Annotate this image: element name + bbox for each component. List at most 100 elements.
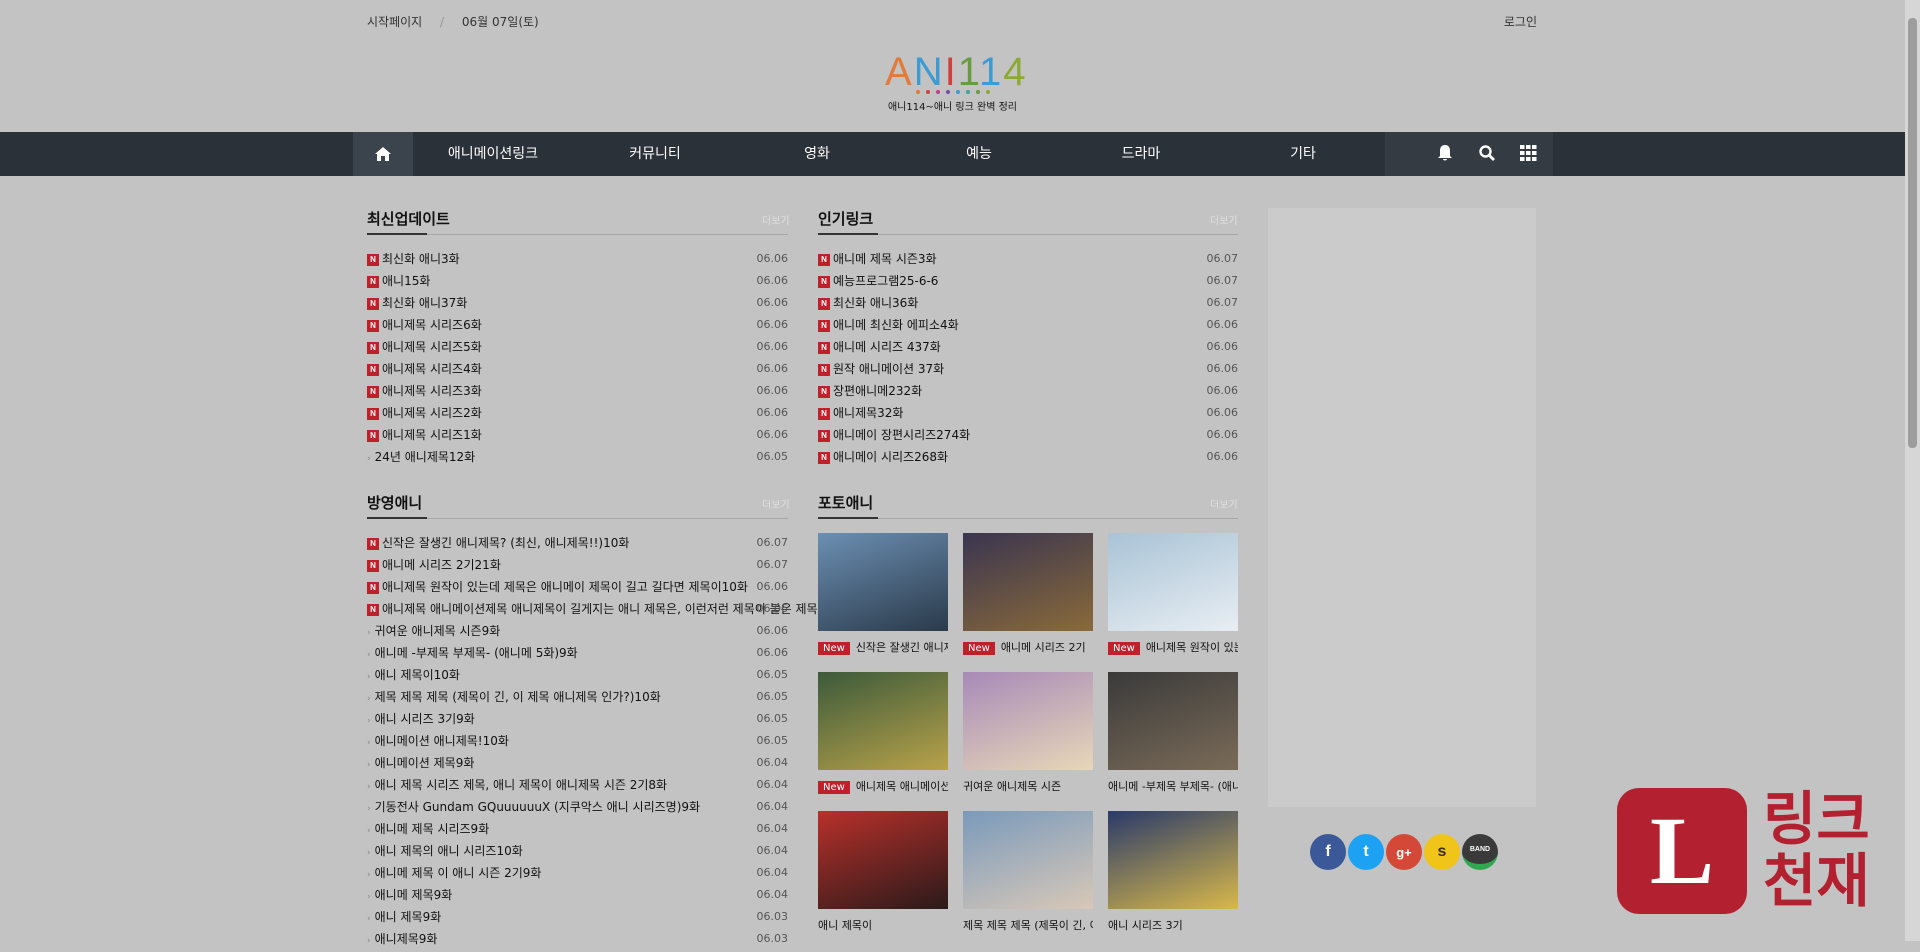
list-item[interactable]: N 원작 애니메이션 37화 06.06 <box>818 358 1238 380</box>
list-item[interactable]: › 애니 시리즈 3기9화 06.05 <box>367 708 788 730</box>
list-item[interactable]: › 애니메이션 애니제목!10화 06.05 <box>367 730 788 752</box>
list-item-title[interactable]: 기동전사 Gundam GQuuuuuuX (지쿠악스 애니 시리즈명)9화 <box>375 800 700 814</box>
list-item-title[interactable]: 애니제목 시리즈2화 <box>382 406 482 420</box>
nav-item-variety[interactable]: 예능 <box>919 132 1039 176</box>
gallery-thumbnail[interactable] <box>1108 533 1238 631</box>
grid-icon[interactable] <box>1520 144 1537 164</box>
gallery-item[interactable]: New 애니제목 원작이 있는데 <box>1108 533 1238 655</box>
list-item-title[interactable]: 애니제목 시리즈1화 <box>382 428 482 442</box>
twitter-icon[interactable]: t <box>1348 834 1384 870</box>
gallery-item[interactable]: 애니 제목이 <box>818 811 948 933</box>
gallery-item[interactable]: New 애니제목 애니메이션제목 <box>818 672 948 794</box>
gallery-thumbnail[interactable] <box>963 533 1093 631</box>
panel-airing-title[interactable]: 방영애니 <box>367 492 422 513</box>
gallery-thumbnail[interactable] <box>963 672 1093 770</box>
nav-item-drama[interactable]: 드라마 <box>1081 132 1201 176</box>
list-item-title[interactable]: 애니메이 시리즈268화 <box>833 450 948 464</box>
nav-item-animation[interactable]: 애니메이션링크 <box>433 132 553 176</box>
gallery-item[interactable]: 제목 제목 제목 (제목이 긴, 이 제목 <box>963 811 1093 933</box>
list-item-title[interactable]: 애니메 최신화 에피소4화 <box>833 318 959 332</box>
list-item[interactable]: N 최신화 애니36화 06.07 <box>818 292 1238 314</box>
list-item-title[interactable]: 귀여운 애니제목 시즌9화 <box>375 624 501 638</box>
list-item-title[interactable]: 애니메 제목 시즌3화 <box>833 252 937 266</box>
gallery-caption[interactable]: New 애니제목 원작이 있는데 <box>1108 639 1238 655</box>
list-item[interactable]: N 신작은 잘생긴 애니제목? (최신, 애니제목!!)10화 06.07 <box>367 532 788 554</box>
list-item-title[interactable]: 애니메 제목 이 애니 시즌 2기9화 <box>375 866 542 880</box>
list-item[interactable]: N 애니제목32화 06.06 <box>818 402 1238 424</box>
list-item-title[interactable]: 애니 제목 시리즈 제목, 애니 제목이 애니제목 시즌 2기8화 <box>375 778 667 792</box>
list-item[interactable]: N 애니메 시리즈 437화 06.06 <box>818 336 1238 358</box>
list-item-title[interactable]: 원작 애니메이션 37화 <box>833 362 944 376</box>
list-item-title[interactable]: 애니제목 시리즈5화 <box>382 340 482 354</box>
list-item-title[interactable]: 애니 제목9화 <box>375 910 442 924</box>
list-item-title[interactable]: 애니제목 시리즈3화 <box>382 384 482 398</box>
panel-photo-title[interactable]: 포토애니 <box>818 492 873 513</box>
list-item[interactable]: N 애니메 최신화 에피소4화 06.06 <box>818 314 1238 336</box>
start-page-link[interactable]: 시작페이지 <box>367 15 422 29</box>
list-item[interactable]: N 애니메 시리즈 2기21화 06.07 <box>367 554 788 576</box>
list-item-title[interactable]: 최신화 애니3화 <box>382 252 460 266</box>
list-item[interactable]: N 애니제목 시리즈1화 06.06 <box>367 424 788 446</box>
list-item[interactable]: › 24년 애니제목12화 06.05 <box>367 446 788 468</box>
gallery-item[interactable]: 애니 시리즈 3기 <box>1108 811 1238 933</box>
gallery-thumbnail[interactable] <box>818 672 948 770</box>
scrollbar[interactable] <box>1905 0 1920 941</box>
nav-item-community[interactable]: 커뮤니티 <box>595 132 715 176</box>
list-item[interactable]: N 애니제목 시리즈5화 06.06 <box>367 336 788 358</box>
list-item-title[interactable]: 애니메 시리즈 437화 <box>833 340 941 354</box>
list-item[interactable]: N 최신화 애니3화 06.06 <box>367 248 788 270</box>
list-item-title[interactable]: 애니메 시리즈 2기21화 <box>382 558 501 572</box>
panel-airing-more[interactable]: 더보기 <box>762 496 790 511</box>
gallery-thumbnail[interactable] <box>1108 672 1238 770</box>
gallery-caption[interactable]: 애니 시리즈 3기 <box>1108 917 1238 933</box>
band-icon[interactable]: BAND <box>1462 834 1498 870</box>
facebook-icon[interactable]: f <box>1310 834 1346 870</box>
gallery-item[interactable]: 애니메 -부제목 부제목- (애니메 5 <box>1108 672 1238 794</box>
gallery-caption[interactable]: 귀여운 애니제목 시즌 <box>963 778 1093 794</box>
list-item-title[interactable]: 24년 애니제목12화 <box>375 450 476 464</box>
gallery-thumbnail[interactable] <box>818 533 948 631</box>
list-item-title[interactable]: 애니메이션 제목9화 <box>375 756 475 770</box>
list-item[interactable]: N 애니15화 06.06 <box>367 270 788 292</box>
list-item[interactable]: › 애니 제목9화 06.03 <box>367 906 788 928</box>
list-item[interactable]: N 애니제목 시리즈4화 06.06 <box>367 358 788 380</box>
list-item-title[interactable]: 신작은 잘생긴 애니제목? (최신, 애니제목!!)10화 <box>382 536 629 550</box>
list-item-title[interactable]: 애니제목32화 <box>833 406 903 420</box>
list-item[interactable]: N 애니제목 원작이 있는데 제목은 애니메이 제목이 길고 길다면 제목이10화… <box>367 576 788 598</box>
list-item[interactable]: › 귀여운 애니제목 시즌9화 06.06 <box>367 620 788 642</box>
list-item[interactable]: N 장편애니메232화 06.06 <box>818 380 1238 402</box>
scrollbar-thumb[interactable] <box>1908 18 1917 448</box>
list-item-title[interactable]: 애니15화 <box>382 274 430 288</box>
list-item-title[interactable]: 애니메이 장편시리즈274화 <box>833 428 970 442</box>
list-item-title[interactable]: 애니메이션 애니제목!10화 <box>375 734 509 748</box>
googleplus-icon[interactable]: g+ <box>1386 834 1422 870</box>
nav-item-movie[interactable]: 영화 <box>757 132 877 176</box>
list-item[interactable]: N 애니메이 시리즈268화 06.06 <box>818 446 1238 468</box>
gallery-thumbnail[interactable] <box>818 811 948 909</box>
list-item[interactable]: › 애니 제목 시리즈 제목, 애니 제목이 애니제목 시즌 2기8화 06.04 <box>367 774 788 796</box>
list-item-title[interactable]: 애니제목 원작이 있는데 제목은 애니메이 제목이 길고 길다면 제목이10화 <box>382 580 748 594</box>
list-item[interactable]: › 기동전사 Gundam GQuuuuuuX (지쿠악스 애니 시리즈명)9화 0… <box>367 796 788 818</box>
gallery-thumbnail[interactable] <box>963 811 1093 909</box>
list-item[interactable]: › 애니메 제목9화 06.04 <box>367 884 788 906</box>
list-item[interactable]: N 애니제목 시리즈3화 06.06 <box>367 380 788 402</box>
gallery-caption[interactable]: 애니 제목이 <box>818 917 948 933</box>
list-item-title[interactable]: 애니제목 시리즈6화 <box>382 318 482 332</box>
kakaostory-icon[interactable]: s <box>1424 834 1460 870</box>
list-item[interactable]: N 애니제목 시리즈2화 06.06 <box>367 402 788 424</box>
gallery-caption[interactable]: 애니메 -부제목 부제목- (애니메 5 <box>1108 778 1238 794</box>
gallery-thumbnail[interactable] <box>1108 811 1238 909</box>
list-item-title[interactable]: 제목 제목 제목 (제목이 긴, 이 제목 애니제목 인가?)10화 <box>375 690 661 704</box>
list-item[interactable]: › 애니메이션 제목9화 06.04 <box>367 752 788 774</box>
list-item-title[interactable]: 장편애니메232화 <box>833 384 922 398</box>
search-icon[interactable] <box>1479 144 1495 165</box>
list-item[interactable]: N 최신화 애니37화 06.06 <box>367 292 788 314</box>
list-item[interactable]: › 애니 제목의 애니 시리즈10화 06.04 <box>367 840 788 862</box>
list-item-title[interactable]: 애니제목9화 <box>375 932 438 946</box>
nav-item-etc[interactable]: 기타 <box>1243 132 1363 176</box>
list-item[interactable]: › 애니메 제목 이 애니 시즌 2기9화 06.04 <box>367 862 788 884</box>
list-item-title[interactable]: 최신화 애니36화 <box>833 296 918 310</box>
bell-icon[interactable] <box>1437 144 1453 165</box>
list-item[interactable]: N 애니메 제목 시즌3화 06.07 <box>818 248 1238 270</box>
nav-home[interactable] <box>353 132 413 176</box>
